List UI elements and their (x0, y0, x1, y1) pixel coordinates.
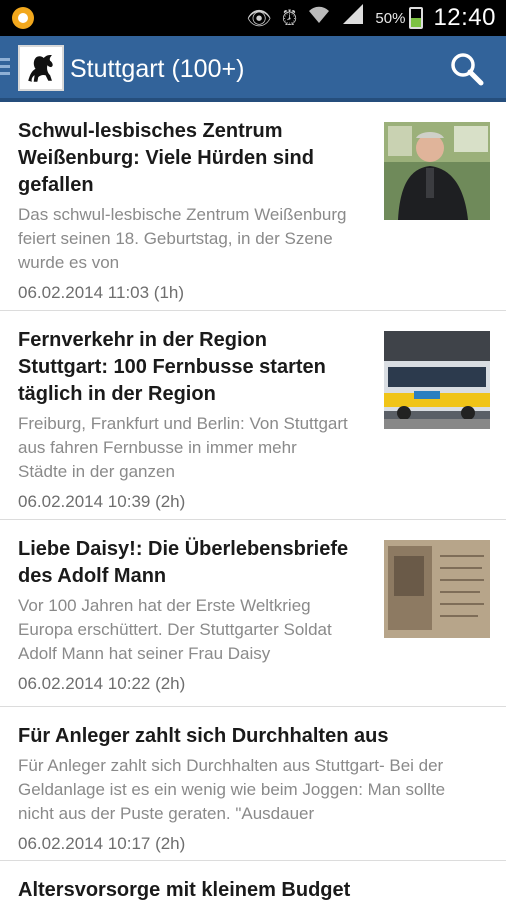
list-item[interactable]: Fernverkehr in der Region Stuttgart: 100… (0, 311, 506, 520)
list-item[interactable]: Für Anleger zahlt sich Durchhalten aus F… (0, 707, 506, 861)
action-bar: Stuttgart (100+) (0, 36, 506, 102)
status-bar: 👁︎ ⏰︎ 50% 12:40 (0, 0, 506, 36)
list-item[interactable]: Schwul-lesbisches Zentrum Weißenburg: Vi… (0, 102, 506, 311)
article-headline: Für Anleger zahlt sich Durchhalten aus (18, 725, 389, 747)
article-headline: Liebe Daisy!: Die Überlebensbriefe des A… (18, 538, 349, 587)
article-thumbnail (384, 331, 490, 429)
alarm-icon: ⏰︎ (281, 6, 298, 30)
drawer-indicator-icon[interactable] (0, 58, 10, 78)
battery-icon (409, 7, 424, 29)
clock: 12:40 (433, 4, 496, 31)
status-icons: 👁︎ ⏰︎ 50% 12:40 (246, 0, 496, 36)
signal-icon (341, 0, 365, 36)
article-teaser: Vor 100 Jahren hat der Erste Weltkrieg E… (18, 596, 332, 663)
article-headline: Fernverkehr in der Region Stuttgart: 100… (18, 329, 326, 405)
article-date: 06.02.2014 11:03 (1h) (18, 283, 185, 302)
article-teaser: Freiburg, Frankfurt und Berlin: Von Stut… (18, 414, 348, 481)
list-item[interactable]: Altersvorsorge mit kleinem Budget (0, 861, 506, 900)
battery-percent: 50% (375, 9, 406, 27)
list-item[interactable]: Liebe Daisy!: Die Überlebensbriefe des A… (0, 520, 506, 707)
article-date: 06.02.2014 10:22 (2h) (18, 674, 186, 693)
article-thumbnail (384, 122, 490, 220)
article-teaser: Das schwul-lesbische Zentrum Weißenburg … (18, 205, 347, 272)
stuttgart-horse-logo[interactable] (18, 45, 64, 91)
notification-app-icon (12, 7, 34, 29)
article-headline: Altersvorsorge mit kleinem Budget (18, 879, 351, 900)
search-icon[interactable] (448, 50, 486, 88)
article-headline: Schwul-lesbisches Zentrum Weißenburg: Vi… (18, 120, 314, 196)
article-date: 06.02.2014 10:39 (2h) (18, 492, 186, 511)
article-date: 06.02.2014 10:17 (2h) (18, 834, 186, 853)
eye-icon: 👁︎ (246, 6, 272, 30)
article-teaser: Für Anleger zahlt sich Durchhalten aus S… (18, 756, 446, 823)
wifi-icon (307, 0, 331, 36)
article-list: Schwul-lesbisches Zentrum Weißenburg: Vi… (0, 102, 506, 900)
page-title: Stuttgart (100+) (70, 55, 245, 83)
article-thumbnail (384, 540, 490, 638)
